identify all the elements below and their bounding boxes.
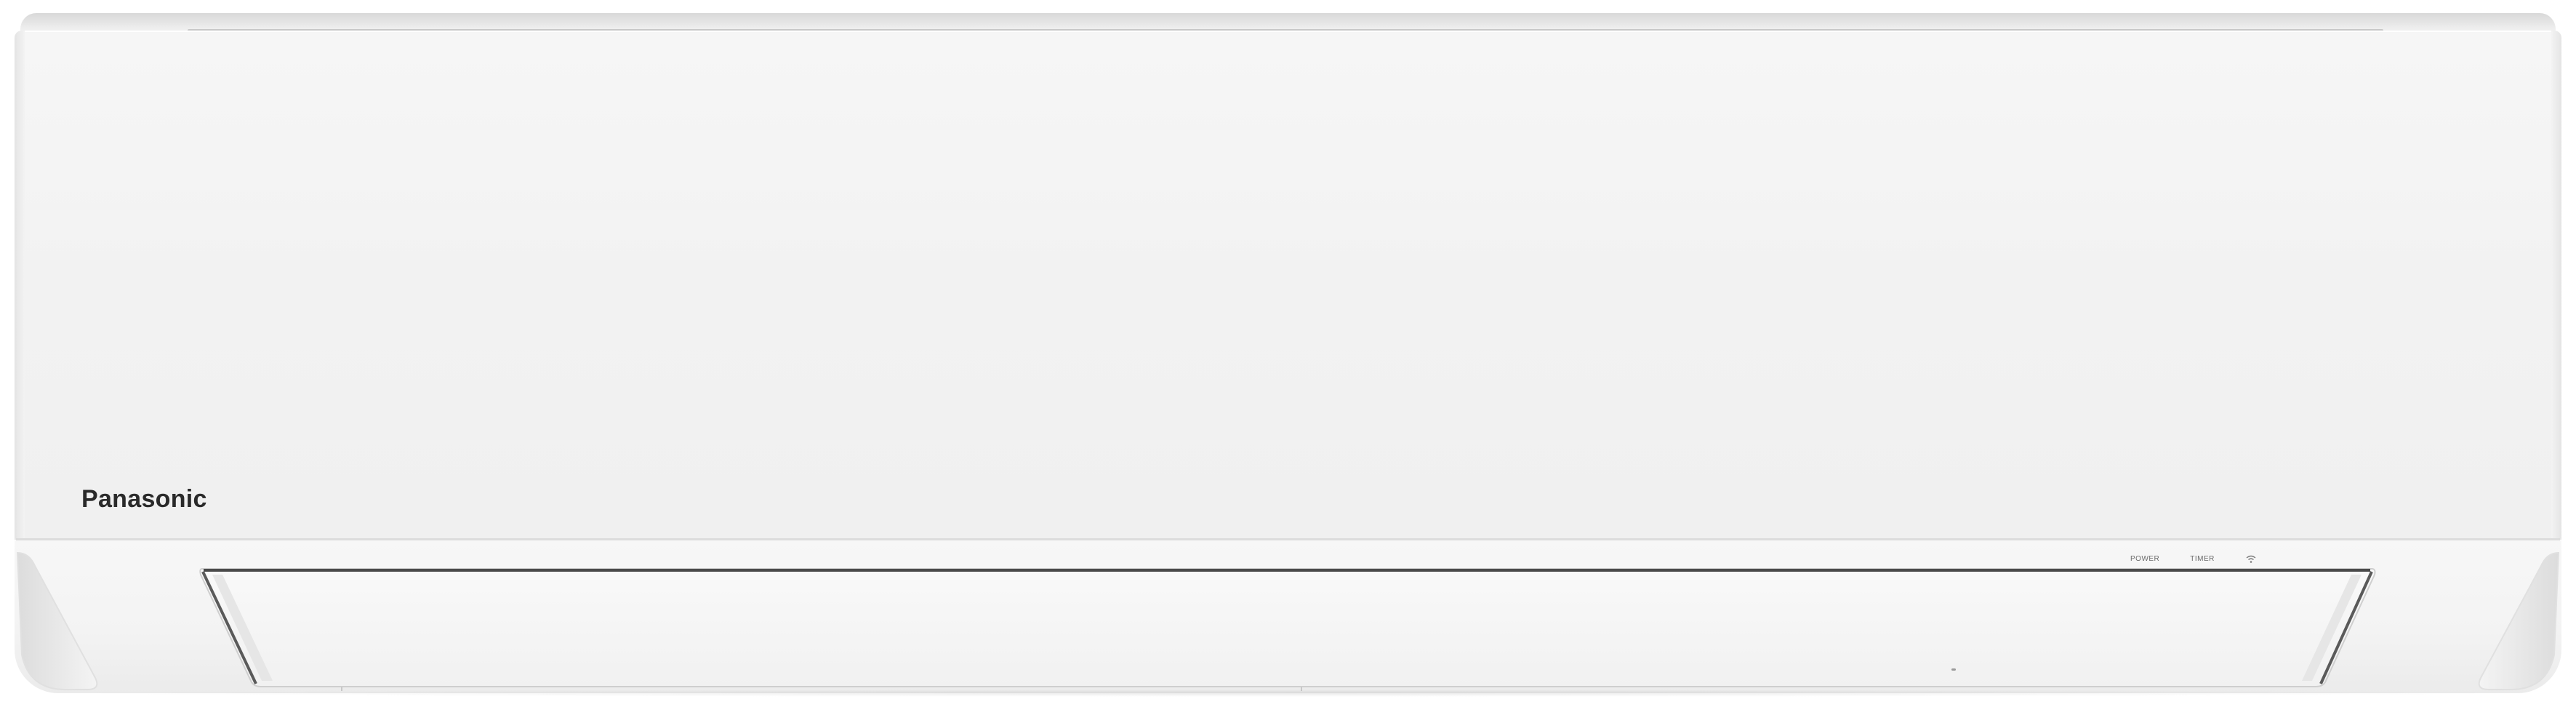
timer-indicator-label: TIMER	[2190, 554, 2215, 563]
wifi-icon	[2245, 554, 2257, 563]
indicator-panel: POWER TIMER	[2130, 554, 2257, 563]
bottom-shadow	[44, 690, 2532, 697]
right-corner-cap	[2478, 551, 2560, 690]
louver-assembly	[16, 551, 2560, 691]
power-indicator-label: POWER	[2130, 554, 2160, 563]
ir-receiver	[1951, 668, 1956, 671]
air-conditioner-unit: Panasonic POWER TIMER	[0, 0, 2576, 707]
left-corner-cap	[16, 551, 98, 690]
louver-flap	[199, 568, 2376, 687]
